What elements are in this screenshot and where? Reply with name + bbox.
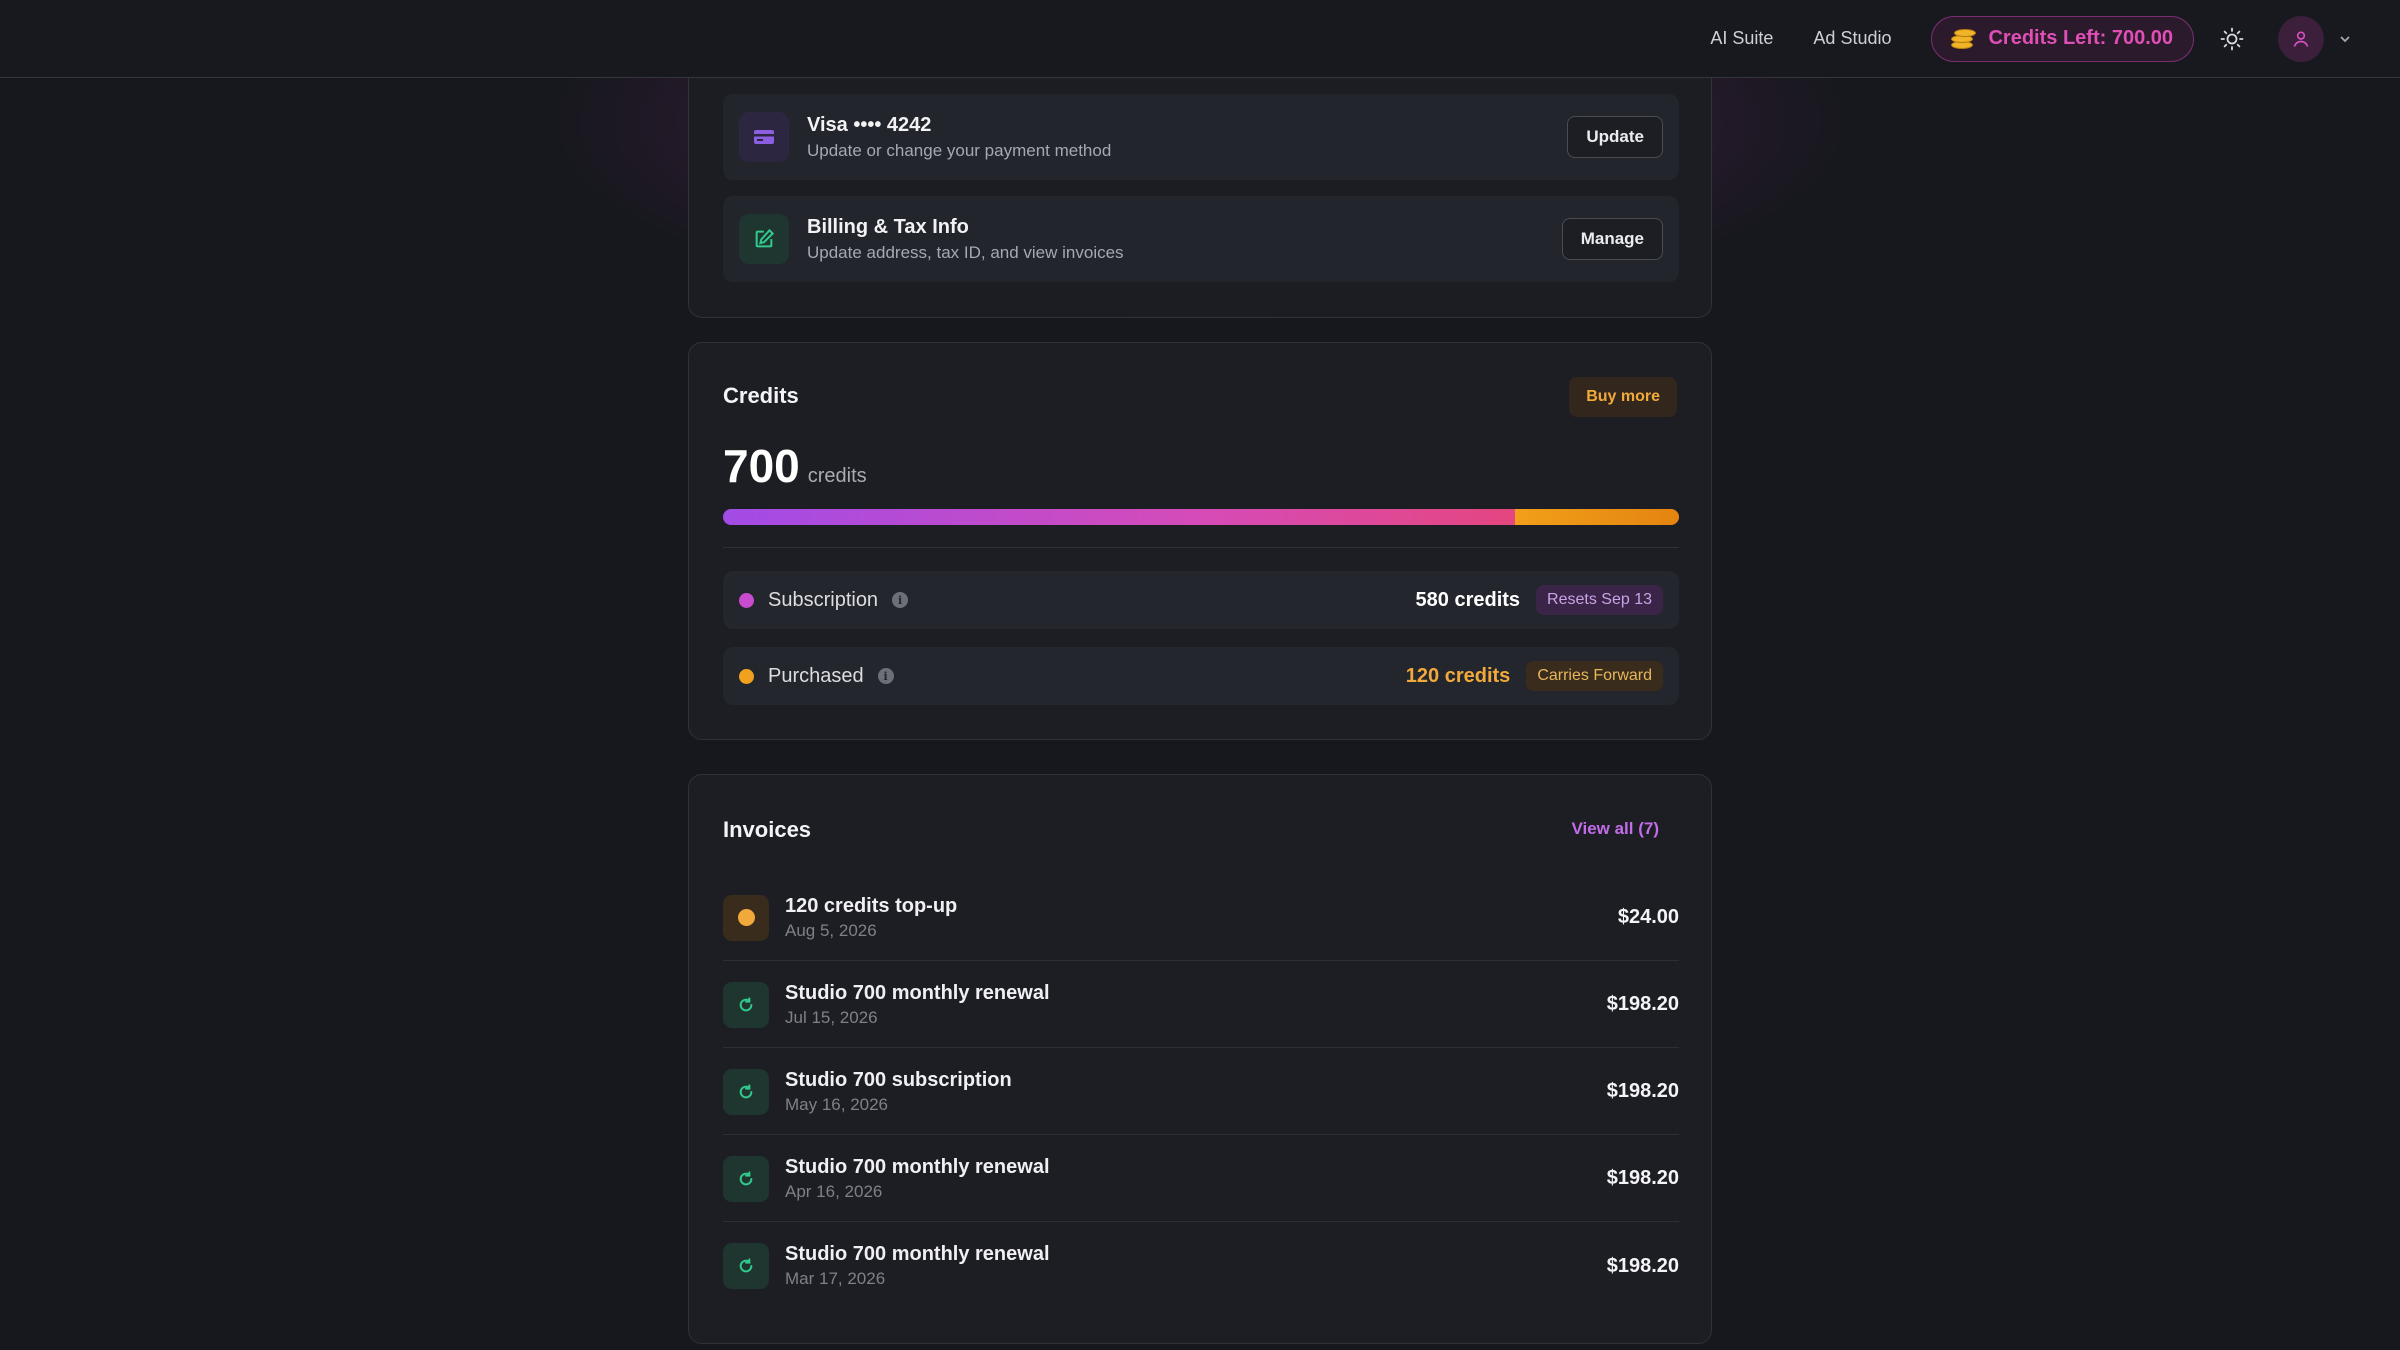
- invoice-amount: $24.00: [1617, 906, 1679, 928]
- invoice-date: Jul 15, 2026: [785, 1007, 878, 1027]
- invoice-amount: $198.20: [1606, 1080, 1679, 1102]
- billing-info-row: Billing & Tax Info Update address, tax I…: [723, 196, 1679, 282]
- invoice-row[interactable]: Studio 700 monthly renewal Jul 15, 2026 …: [723, 962, 1679, 1048]
- credits-left-pill[interactable]: Credits Left: 700.00: [1931, 15, 2194, 62]
- card-title: Visa •••• 4242: [807, 113, 932, 136]
- top-bar: AI Suite Ad Studio Credits Left: 700.00: [0, 0, 2400, 78]
- view-all-invoices-link[interactable]: View all (7): [1571, 819, 1659, 839]
- renew-icon: [723, 1068, 769, 1115]
- subscription-segment: [723, 509, 1516, 525]
- nav-ad-studio[interactable]: Ad Studio: [1813, 28, 1891, 49]
- invoice-date: Mar 17, 2026: [785, 1269, 886, 1288]
- invoice-amount: $198.20: [1606, 1167, 1679, 1189]
- subscription-row: Subscription i 580 credits Resets Sep 13: [723, 571, 1679, 629]
- credits-progress-bar: [723, 509, 1679, 525]
- invoice-title: Studio 700 monthly renewal: [785, 1243, 1050, 1265]
- update-button[interactable]: Update: [1567, 116, 1663, 158]
- card-subtitle: Update or change your payment method: [807, 140, 1112, 160]
- purchased-segment: [1515, 509, 1679, 525]
- sun-icon[interactable]: [2220, 27, 2244, 51]
- subscription-label: Subscription: [768, 588, 879, 611]
- resets-badge: Resets Sep 13: [1536, 585, 1663, 615]
- renew-icon: [723, 981, 769, 1028]
- invoice-row[interactable]: Studio 700 subscription May 16, 2026 $19…: [723, 1049, 1679, 1135]
- payment-card: Visa •••• 4242 Update or change your pay…: [688, 50, 1712, 318]
- subscription-amount: 580 credits: [1415, 588, 1521, 611]
- purchased-amount: 120 credits: [1405, 664, 1511, 687]
- renew-icon: [723, 1243, 769, 1289]
- invoice-title: Studio 700 monthly renewal: [785, 981, 1050, 1004]
- purchased-row: Purchased i 120 credits Carries Forward: [723, 647, 1679, 705]
- info-icon[interactable]: i: [892, 592, 909, 608]
- info-icon[interactable]: i: [877, 668, 894, 684]
- credit-card-icon: [739, 112, 789, 162]
- invoice-row[interactable]: Studio 700 monthly renewal Apr 16, 2026 …: [723, 1136, 1679, 1222]
- invoice-row[interactable]: Studio 700 monthly renewal Mar 17, 2026 …: [723, 1223, 1679, 1309]
- credits-left-label: Credits Left: 700.00: [1988, 27, 2173, 49]
- avatar[interactable]: [2278, 15, 2324, 62]
- invoice-date: May 16, 2026: [785, 1094, 889, 1114]
- renew-icon: [723, 1155, 769, 1202]
- coins-icon: [1948, 25, 1977, 53]
- nav-ai-suite[interactable]: AI Suite: [1710, 28, 1773, 49]
- carries-forward-badge: Carries Forward: [1526, 661, 1663, 691]
- invoice-date: Apr 16, 2026: [785, 1181, 883, 1201]
- billing-subtitle: Update address, tax ID, and view invoice…: [807, 242, 1124, 262]
- credits-total-value: 700: [723, 440, 800, 492]
- invoice-title: Studio 700 subscription: [785, 1068, 1012, 1091]
- user-icon: [2293, 30, 2309, 47]
- purchased-label: Purchased: [768, 664, 864, 687]
- purchased-dot: [739, 668, 754, 684]
- invoices-title: Invoices: [723, 817, 812, 842]
- invoice-amount: $198.20: [1606, 993, 1679, 1015]
- subscription-dot: [739, 592, 754, 608]
- payment-method-row: Visa •••• 4242 Update or change your pay…: [723, 94, 1679, 180]
- chevron-down-icon[interactable]: [2338, 32, 2352, 46]
- invoice-title: 120 credits top-up: [785, 894, 958, 917]
- invoice-date: Aug 5, 2026: [785, 920, 877, 940]
- invoice-title: Studio 700 monthly renewal: [785, 1155, 1050, 1178]
- invoices-card: Invoices View all (7) 120 credits top-up…: [688, 774, 1712, 1344]
- credits-card: Credits Buy more 700 credits Subscriptio…: [688, 342, 1712, 740]
- buy-more-button[interactable]: Buy more: [1569, 377, 1677, 417]
- coin-icon: [723, 894, 769, 941]
- billing-title: Billing & Tax Info: [807, 215, 969, 238]
- invoice-amount: $198.20: [1606, 1254, 1679, 1277]
- divider: [723, 547, 1679, 548]
- invoice-row[interactable]: 120 credits top-up Aug 5, 2026 $24.00: [723, 875, 1679, 961]
- credits-total-unit: credits: [807, 465, 867, 487]
- credits-total: 700 credits: [723, 439, 867, 493]
- edit-icon: [739, 214, 789, 264]
- credits-title: Credits: [723, 383, 799, 408]
- manage-button[interactable]: Manage: [1561, 218, 1663, 260]
